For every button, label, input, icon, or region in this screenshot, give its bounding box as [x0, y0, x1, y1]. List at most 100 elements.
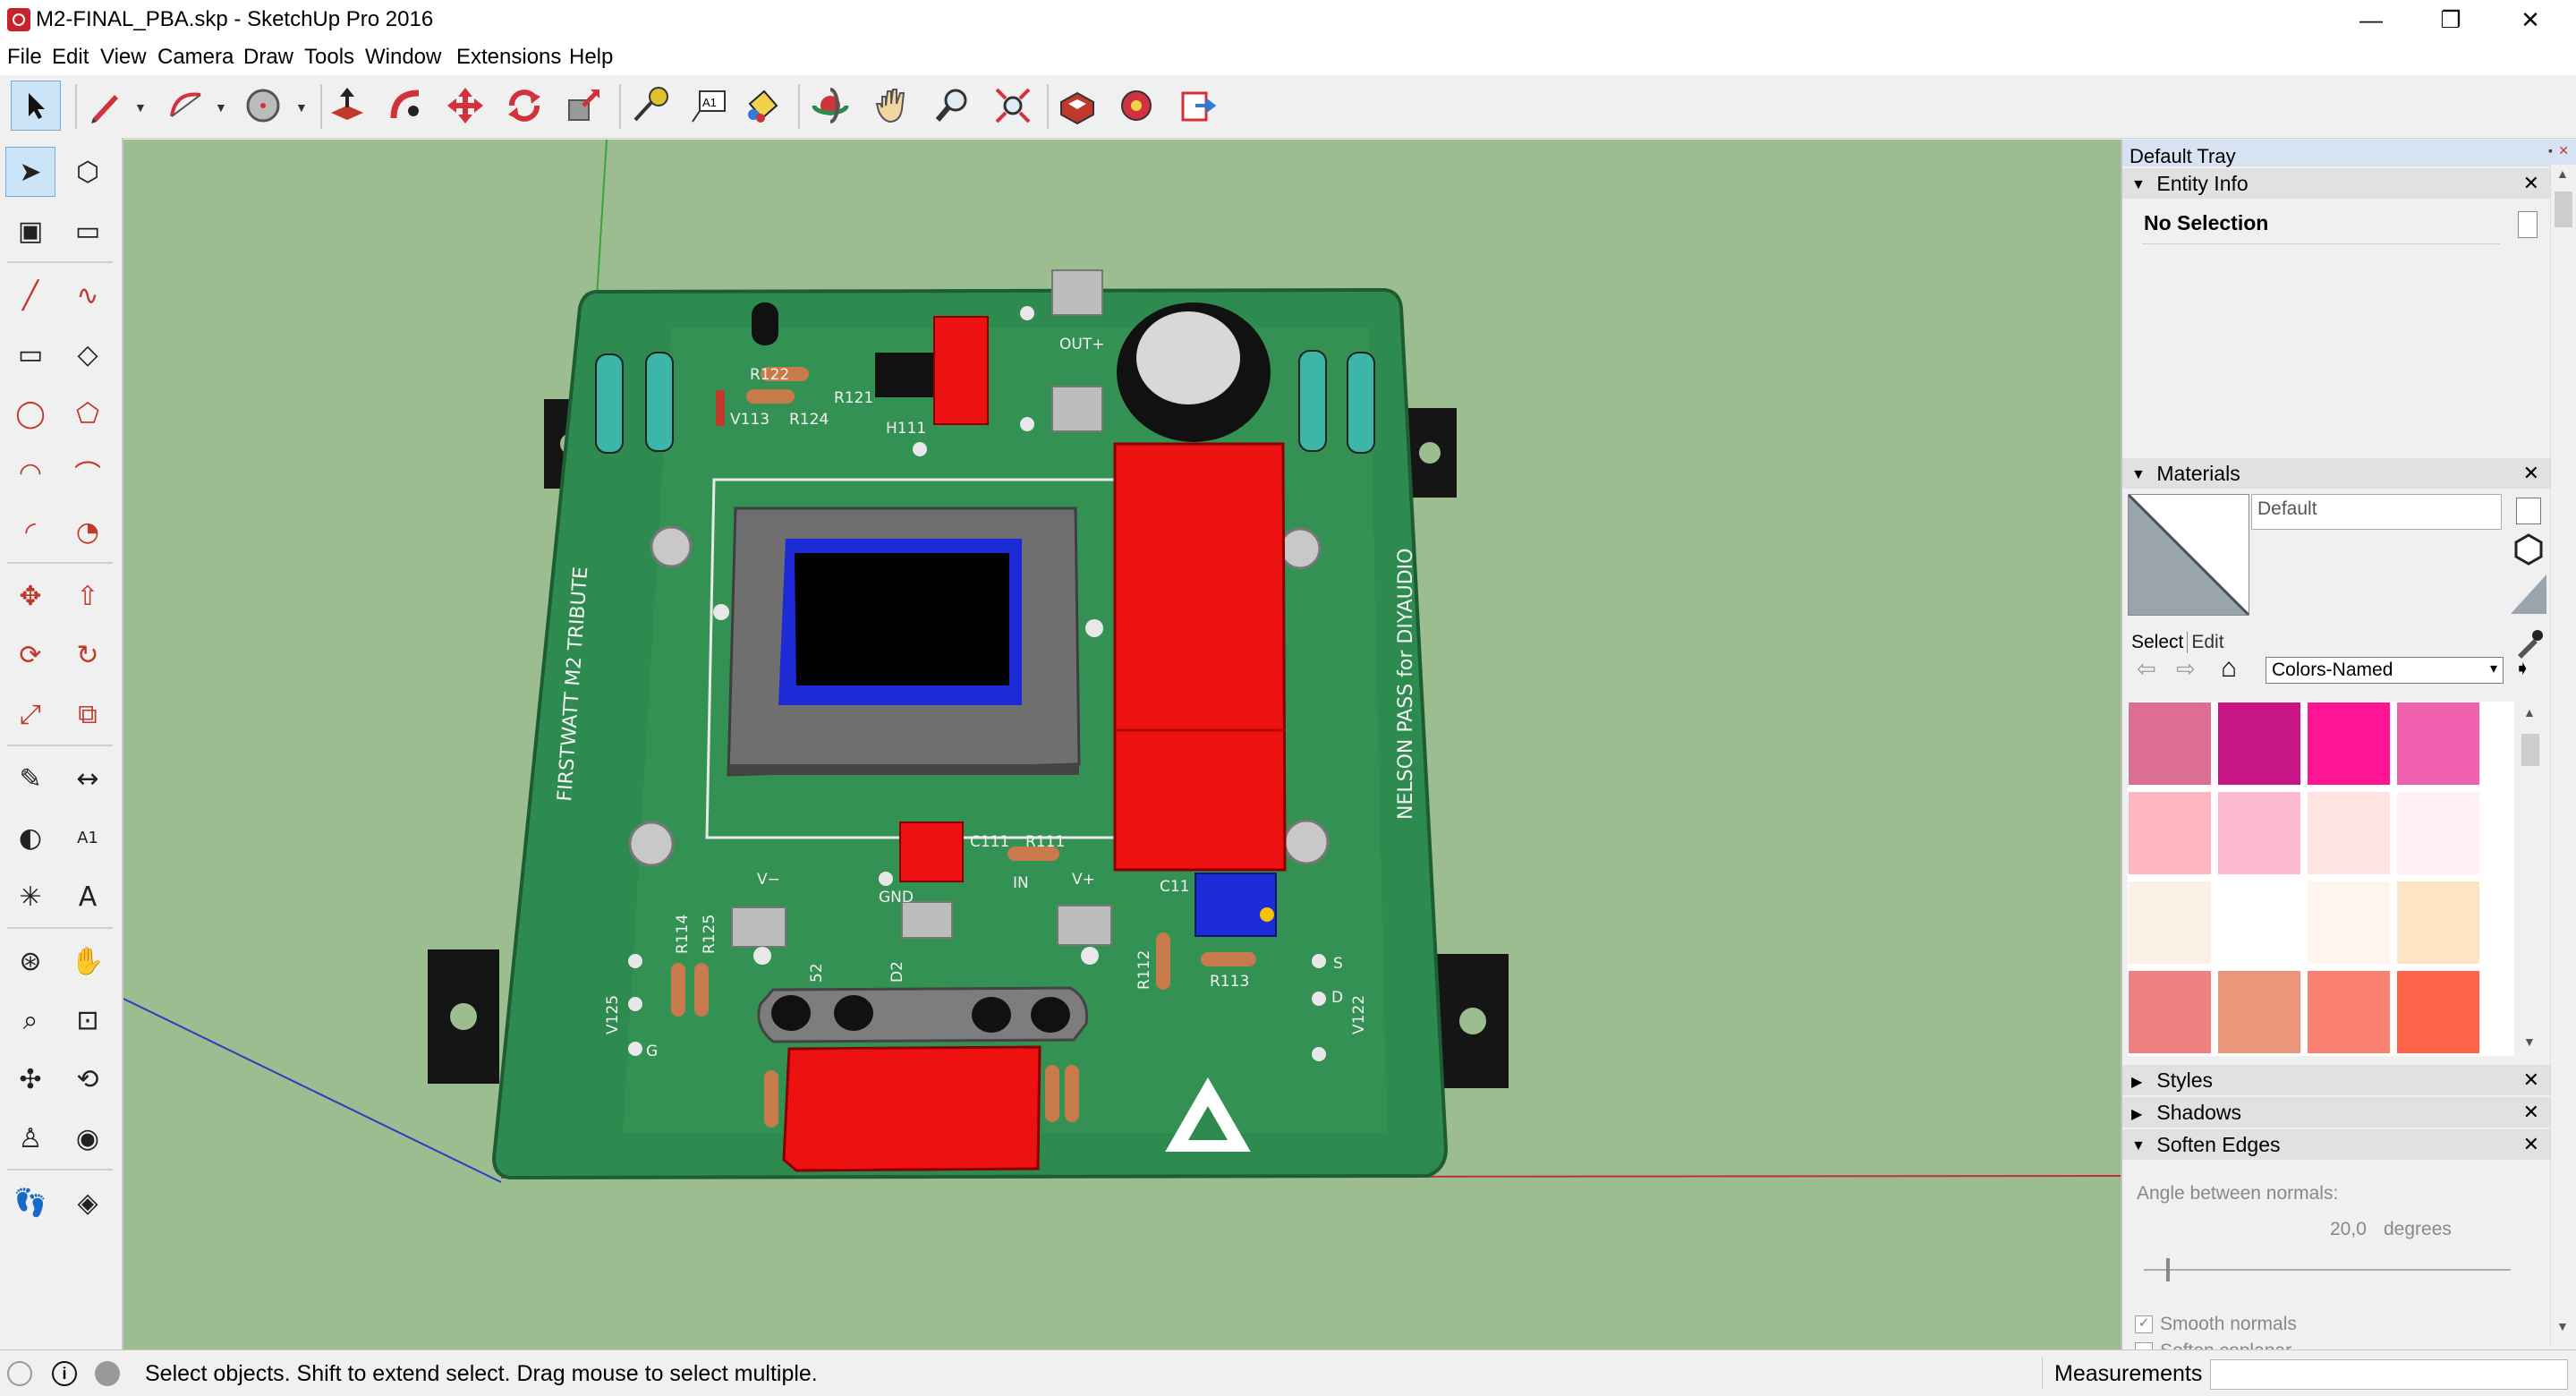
zoom-tool-button[interactable]: [927, 81, 977, 131]
two-point-arc-tool-button[interactable]: ⌒: [63, 447, 113, 498]
material-swatch[interactable]: [2307, 881, 2391, 965]
send-to-layout-button[interactable]: [1172, 81, 1222, 131]
material-swatch[interactable]: [2396, 881, 2480, 965]
user-account-icon[interactable]: [95, 1361, 120, 1386]
details-arrow-icon[interactable]: ➧: [2514, 657, 2530, 680]
move-tool-button[interactable]: [440, 81, 490, 131]
arc-tool-button[interactable]: ◠: [5, 447, 55, 498]
arc-dropdown-icon[interactable]: ▼: [215, 100, 227, 115]
measurements-input[interactable]: [2210, 1359, 2568, 1390]
material-swatch[interactable]: [2396, 791, 2480, 875]
rotate-tool-button[interactable]: ⟳: [5, 630, 55, 680]
rectangle-tool-button[interactable]: ▭: [5, 329, 55, 379]
protractor-tool-button[interactable]: ◐: [5, 813, 55, 863]
section-plane-tool-button[interactable]: ◈: [63, 1178, 113, 1228]
extension-warehouse-button[interactable]: [1111, 81, 1161, 131]
pan-tool-button[interactable]: ✋: [63, 936, 113, 986]
menu-edit[interactable]: Edit: [52, 45, 89, 70]
three-point-arc-tool-button[interactable]: ◜: [5, 506, 55, 557]
sample-paint-eyedropper-icon[interactable]: [2514, 628, 2545, 659]
scale-tool-button[interactable]: ⤢: [5, 689, 55, 739]
zoom-window-tool-button[interactable]: ⊡: [63, 995, 113, 1045]
look-around-tool-button[interactable]: ◉: [63, 1113, 113, 1163]
eraser-tool-button[interactable]: ▭: [63, 206, 113, 256]
tape-measure-tool-button[interactable]: [625, 81, 675, 131]
materials-edit-tab[interactable]: Edit: [2188, 632, 2223, 653]
angle-slider-thumb[interactable]: [2165, 1258, 2170, 1281]
default-material-triangle-icon[interactable]: [2511, 575, 2546, 614]
push-pull-tool-button[interactable]: [322, 81, 372, 131]
dimension-tool-button[interactable]: ↔: [63, 753, 113, 804]
follow-me-tool-button[interactable]: [381, 81, 431, 131]
soften-edges-header[interactable]: ▼ Soften Edges ✕: [2122, 1129, 2550, 1160]
previous-view-tool-button[interactable]: ⟲: [63, 1054, 113, 1104]
pencil-tool-button[interactable]: [81, 81, 131, 131]
styles-close-icon[interactable]: ✕: [2523, 1068, 2539, 1092]
menu-extensions[interactable]: Extensions: [456, 45, 561, 70]
material-swatch[interactable]: [2217, 702, 2301, 786]
create-material-icon[interactable]: [2516, 498, 2541, 524]
smooth-normals-checkbox[interactable]: ✓: [2135, 1315, 2153, 1333]
menu-help[interactable]: Help: [569, 45, 613, 70]
model-scene[interactable]: FIRSTWATT M2 TRIBUTE NELSON PASS for DIY…: [123, 140, 2121, 1349]
orbit-tool-button[interactable]: ⊛: [5, 936, 55, 986]
styles-header[interactable]: ▶ Styles ✕: [2122, 1065, 2550, 1095]
offset-tool-button[interactable]: ⧉: [63, 689, 113, 739]
menu-tools[interactable]: Tools: [304, 45, 354, 70]
tray-close-icon[interactable]: ✕: [2558, 143, 2569, 158]
3d-text-tool-button[interactable]: A: [63, 872, 113, 922]
material-name-field[interactable]: Default: [2251, 494, 2502, 530]
position-camera-tool-button[interactable]: ♙: [5, 1113, 55, 1163]
walk-tool-button[interactable]: 👣: [5, 1178, 55, 1228]
forward-arrow-icon[interactable]: ⇨: [2176, 655, 2196, 683]
orbit-tool-button[interactable]: [805, 81, 855, 131]
angle-slider-track[interactable]: [2144, 1269, 2511, 1271]
follow-me-tool-button[interactable]: ↻: [63, 630, 113, 680]
shadows-header[interactable]: ▶ Shadows ✕: [2122, 1097, 2550, 1128]
zoom-tool-button[interactable]: ⌕: [5, 995, 55, 1045]
soften-edges-close-icon[interactable]: ✕: [2523, 1133, 2539, 1156]
material-swatch[interactable]: [2217, 970, 2301, 1054]
material-swatch[interactable]: [2307, 702, 2391, 786]
material-swatch[interactable]: [2128, 881, 2212, 965]
select-tool-button[interactable]: ➤: [5, 147, 55, 197]
material-swatch[interactable]: [2128, 791, 2212, 875]
zoom-extents-tool-button[interactable]: [988, 81, 1038, 131]
tray-pin-icon[interactable]: ▪: [2548, 143, 2553, 157]
materials-close-icon[interactable]: ✕: [2523, 462, 2539, 485]
select-tool-button[interactable]: [11, 81, 61, 131]
entity-info-header[interactable]: ▼ Entity Info ✕: [2122, 168, 2550, 199]
text-tool-button[interactable]: A1: [63, 813, 113, 863]
rotated-rectangle-tool-button[interactable]: ◇: [63, 329, 113, 379]
3d-warehouse-button[interactable]: [1052, 81, 1102, 131]
line-tool-button[interactable]: ╱: [5, 270, 55, 320]
menu-view[interactable]: View: [100, 45, 147, 70]
pencil-dropdown-icon[interactable]: ▼: [134, 100, 147, 115]
material-swatch[interactable]: [2396, 970, 2480, 1054]
paint-bucket-tool-button[interactable]: ▣: [5, 206, 55, 256]
minimize-button[interactable]: —: [2330, 0, 2412, 41]
3d-viewport[interactable]: FIRSTWATT M2 TRIBUTE NELSON PASS for DIY…: [123, 140, 2121, 1349]
material-swatch[interactable]: [2217, 881, 2301, 965]
circle-dropdown-icon[interactable]: ▼: [295, 100, 308, 115]
material-swatch[interactable]: [2396, 702, 2480, 786]
pan-tool-button[interactable]: [868, 81, 918, 131]
materials-header[interactable]: ▼ Materials ✕: [2122, 458, 2550, 489]
push-pull-tool-button[interactable]: ⇧: [63, 571, 113, 621]
arc-tool-button[interactable]: [161, 81, 211, 131]
text-tool-button[interactable]: A1: [684, 81, 734, 131]
entity-info-close-icon[interactable]: ✕: [2523, 172, 2539, 195]
pie-tool-button[interactable]: ◔: [63, 506, 113, 557]
material-swatch[interactable]: [2128, 970, 2212, 1054]
menu-camera[interactable]: Camera: [157, 45, 234, 70]
menu-draw[interactable]: Draw: [243, 45, 293, 70]
geo-location-icon[interactable]: [7, 1361, 32, 1386]
tray-scrollbar[interactable]: ▲ ▼: [2550, 165, 2576, 1346]
polygon-tool-button[interactable]: ⬠: [63, 388, 113, 438]
restore-button[interactable]: ❐: [2410, 0, 2492, 41]
paint-bucket-tool-button[interactable]: [737, 81, 787, 131]
display-secondary-pane-icon[interactable]: [2512, 533, 2545, 566]
axes-tool-button[interactable]: ✳: [5, 872, 55, 922]
credits-info-icon[interactable]: i: [52, 1361, 77, 1386]
move-tool-button[interactable]: ✥: [5, 571, 55, 621]
